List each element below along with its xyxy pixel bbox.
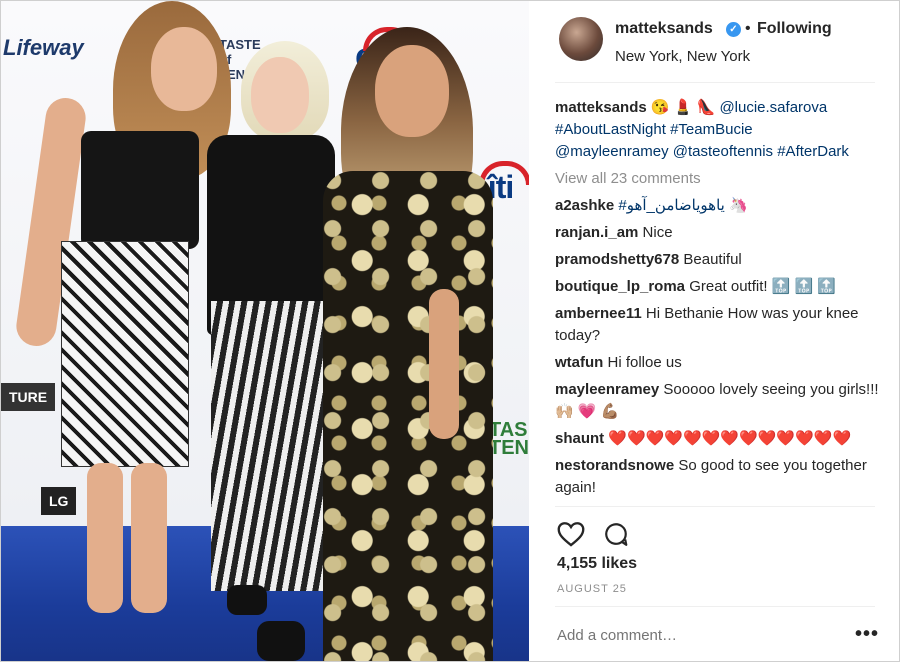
comment-text: Nice <box>642 224 673 241</box>
like-heart-icon[interactable] <box>557 521 585 547</box>
comment-item: pramodshetty678 Beautiful <box>555 249 885 271</box>
caption-mentions[interactable]: @mayleenramey @tasteoftennis #AfterDark <box>555 143 849 160</box>
post-photo[interactable]: Lifeway cîti cîti TASTE of TENNIS TURE L… <box>1 1 529 661</box>
comment-item: a2ashke #یاهویاضامن_آهو 🦄 <box>555 195 885 217</box>
comment-text: #یاهویاضامن_آهو 🦄 <box>618 197 748 214</box>
post-date: AUGUST 25 <box>557 583 627 595</box>
location-link[interactable]: New York, New York <box>615 48 750 65</box>
comment-item: nestorandsnowe So good to see you togeth… <box>555 455 885 499</box>
comment-item: mayleenramey Sooooo lovely seeing you gi… <box>555 379 885 423</box>
comment-item: shaunt ❤️❤️❤️❤️❤️❤️❤️❤️❤️❤️❤️❤️❤️ <box>555 428 885 450</box>
comment-item: ambernee11 Hi Bethanie How was your knee… <box>555 303 885 347</box>
comment-username[interactable]: ranjan.i_am <box>555 224 638 241</box>
caption-emojis: 😘 💄 👠 <box>650 99 716 116</box>
comment-item: boutique_lp_roma Great outfit! 🔝 🔝 🔝 <box>555 276 885 298</box>
comment-username[interactable]: wtafun <box>555 354 603 371</box>
comment-username[interactable]: boutique_lp_roma <box>555 278 685 295</box>
add-comment-bar: ••• <box>555 606 878 661</box>
post-actions: 4,155 likes AUGUST 25 <box>555 506 875 622</box>
add-comment-input[interactable] <box>557 627 817 644</box>
comment-username[interactable]: nestorandsnowe <box>555 457 674 474</box>
post-header: matteksands ✓ • Following New York, New … <box>555 15 875 83</box>
ture-logo: TURE <box>1 383 56 411</box>
comment-username[interactable]: shaunt <box>555 430 604 447</box>
comment-username[interactable]: pramodshetty678 <box>555 251 679 268</box>
comment-text: ❤️❤️❤️❤️❤️❤️❤️❤️❤️❤️❤️❤️❤️ <box>608 430 852 447</box>
comment-username[interactable]: a2ashke <box>555 197 614 214</box>
comment-item: wtafun Hi folloe us <box>555 352 885 374</box>
post-modal: Lifeway cîti cîti TASTE of TENNIS TURE L… <box>0 0 900 662</box>
header-username[interactable]: matteksands <box>615 20 713 38</box>
comment-text: Great outfit! 🔝 🔝 🔝 <box>689 278 837 295</box>
caption-hashtags[interactable]: #AboutLastNight #TeamBucie <box>555 121 753 138</box>
following-button[interactable]: Following <box>757 20 832 38</box>
comment-text: Hi folloe us <box>607 354 682 371</box>
view-all-comments-link[interactable]: View all 23 comments <box>555 168 885 190</box>
lg-logo: LG <box>41 487 77 515</box>
comment-username[interactable]: mayleenramey <box>555 381 659 398</box>
caption: matteksands 😘 💄 👠 @lucie.safarova #About… <box>555 97 885 163</box>
comment-bubble-icon[interactable] <box>603 521 629 547</box>
comments-list[interactable]: matteksands 😘 💄 👠 @lucie.safarova #About… <box>555 97 885 505</box>
taste-logo-green: TAS TEN <box>489 419 529 459</box>
comment-text: Beautiful <box>683 251 742 268</box>
likes-count[interactable]: 4,155 likes <box>557 555 637 573</box>
caption-username[interactable]: matteksands <box>555 99 647 116</box>
caption-mention[interactable]: @lucie.safarova <box>719 99 827 116</box>
comment-item: ranjan.i_am Nice <box>555 222 885 244</box>
separator-dot: • <box>745 20 751 37</box>
lifeway-logo: Lifeway <box>3 35 84 60</box>
more-options-icon[interactable]: ••• <box>855 623 879 646</box>
post-details-panel: matteksands ✓ • Following New York, New … <box>529 1 899 661</box>
comment-username[interactable]: ambernee11 <box>555 305 642 322</box>
avatar[interactable] <box>559 17 603 61</box>
verified-badge-icon: ✓ <box>726 22 741 37</box>
